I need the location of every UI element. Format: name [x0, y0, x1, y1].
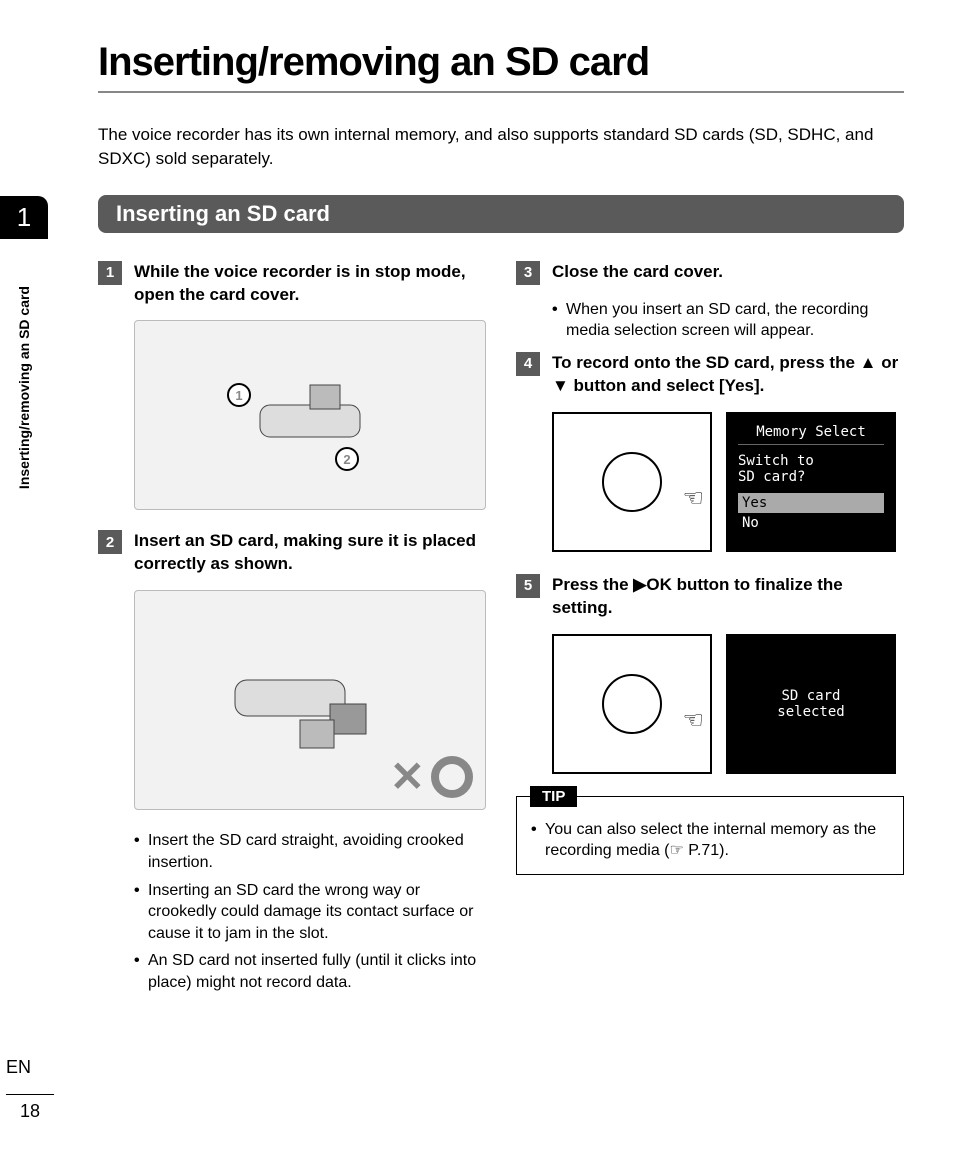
illustration-open-cover: 1 2 — [134, 320, 486, 510]
dpad-illustration: ☜ — [552, 412, 712, 552]
up-arrow-icon — [860, 353, 877, 372]
lcd-memory-select: Memory Select Switch to SD card? Yes No — [726, 412, 896, 552]
language-label: EN — [6, 1057, 31, 1078]
lcd-option-no: No — [738, 513, 884, 533]
lcd-title: Memory Select — [738, 424, 884, 445]
tip-box: TIP You can also select the internal mem… — [516, 796, 904, 875]
step-2: 2 Insert an SD card, making sure it is p… — [98, 530, 486, 576]
step-number: 4 — [516, 352, 540, 376]
step-3: 3 Close the card cover. — [516, 261, 904, 285]
tip-label: TIP — [530, 786, 577, 807]
dpad-illustration-ok: ☜ — [552, 634, 712, 774]
step-5: 5 Press the OK button to finalize the se… — [516, 574, 904, 620]
step-2-notes: Insert the SD card straight, avoiding cr… — [134, 830, 486, 993]
step-number: 1 — [98, 261, 122, 285]
step-text: Press the OK button to finalize the sett… — [552, 574, 904, 620]
list-item: Inserting an SD card the wrong way or cr… — [134, 880, 486, 945]
step-number: 3 — [516, 261, 540, 285]
tip-text: You can also select the internal memory … — [531, 819, 889, 862]
play-icon — [633, 575, 646, 594]
illustration-insert-card: ✕ — [134, 590, 486, 810]
pointing-hand-icon: ☜ — [682, 484, 704, 513]
intro-text: The voice recorder has its own internal … — [50, 123, 904, 171]
step-number: 5 — [516, 574, 540, 598]
pointing-hand-icon: ☜ — [682, 706, 704, 735]
list-item: An SD card not inserted fully (until it … — [134, 950, 486, 993]
list-item: Insert the SD card straight, avoiding cr… — [134, 830, 486, 873]
down-arrow-icon — [552, 376, 569, 395]
reference-icon — [670, 842, 684, 859]
correct-incorrect-icons: ✕ — [390, 752, 473, 801]
side-section-label: Inserting/removing an SD card — [0, 248, 48, 528]
left-column: 1 While the voice recorder is in stop mo… — [98, 261, 486, 1004]
title-underline — [98, 91, 904, 93]
x-icon: ✕ — [390, 752, 425, 801]
step-text: While the voice recorder is in stop mode… — [134, 261, 486, 307]
list-item: When you insert an SD card, the recordin… — [552, 299, 904, 342]
lcd-option-yes: Yes — [738, 493, 884, 513]
callout-1: 1 — [227, 383, 251, 407]
section-heading: Inserting an SD card — [98, 195, 904, 233]
step-text: To record onto the SD card, press the or… — [552, 352, 904, 398]
step-1: 1 While the voice recorder is in stop mo… — [98, 261, 486, 307]
step-number: 2 — [98, 530, 122, 554]
step-4: 4 To record onto the SD card, press the … — [516, 352, 904, 398]
right-column: 3 Close the card cover. When you insert … — [516, 261, 904, 1004]
step-3-notes: When you insert an SD card, the recordin… — [552, 299, 904, 342]
o-icon — [431, 756, 473, 798]
page-number: 18 — [6, 1094, 54, 1122]
callout-2: 2 — [335, 447, 359, 471]
chapter-number-tab: 1 — [0, 196, 48, 239]
page-title: Inserting/removing an SD card — [50, 40, 904, 85]
lcd-sd-selected: SD card selected — [726, 634, 896, 774]
step-text: Close the card cover. — [552, 261, 723, 285]
step-text: Insert an SD card, making sure it is pla… — [134, 530, 486, 576]
